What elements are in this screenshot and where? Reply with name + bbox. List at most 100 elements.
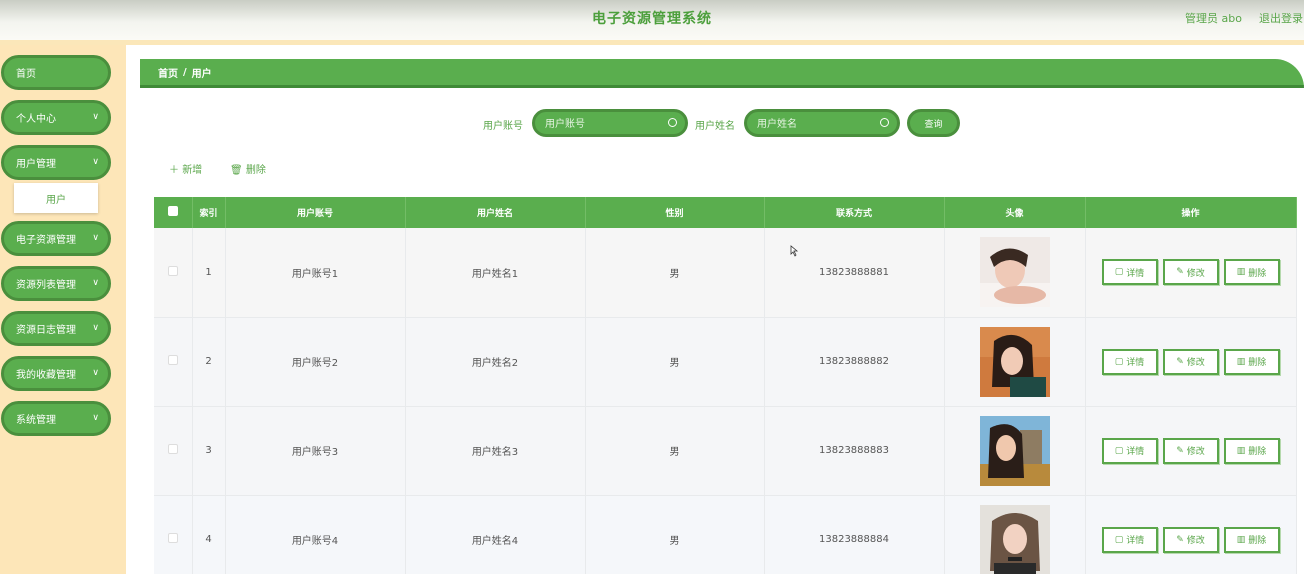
row-checkbox-cell[interactable]: [154, 228, 193, 318]
breadcrumb: 首页 / 用户: [140, 59, 1304, 88]
sidebar-item-resource-management[interactable]: 电子资源管理 ∨: [1, 221, 111, 256]
account-cell: 用户账号1: [225, 228, 406, 318]
delete-button[interactable]: ▥ 删除: [1223, 348, 1280, 375]
column-header: 索引: [192, 197, 226, 228]
edit-label: 修改: [1186, 268, 1205, 279]
avatar: [979, 504, 1050, 574]
user-table: 索引 用户账号 用户姓名 性别 联系方式 头像 操作 1 用户账号1 用户姓名1…: [154, 197, 1297, 574]
detail-label: 详情: [1126, 536, 1145, 546]
account-label: 用户账号: [483, 121, 523, 132]
avatar-cell: [944, 317, 1086, 407]
name-cell: 用户姓名3: [405, 406, 586, 496]
batch-delete-button[interactable]: 🗑 删除: [230, 161, 266, 176]
delete-label: 删除: [1248, 358, 1267, 368]
select-all-checkbox[interactable]: [167, 206, 178, 216]
detail-button[interactable]: ▢ 详情: [1101, 259, 1158, 286]
sidebar-item-system[interactable]: 系统管理 ∨: [1, 401, 111, 436]
detail-button[interactable]: ▢ 详情: [1101, 526, 1158, 553]
add-button[interactable]: ＋ 新增: [169, 161, 202, 176]
trash-icon: ▥: [1236, 356, 1246, 367]
query-button[interactable]: 查询: [907, 109, 960, 137]
select-all-cell[interactable]: [154, 197, 193, 228]
mouse-cursor-icon: [790, 245, 799, 257]
detail-button[interactable]: ▢ 详情: [1101, 348, 1158, 375]
document-icon: ▢: [1114, 356, 1124, 367]
edit-label: 修改: [1186, 536, 1205, 546]
sidebar-item-label: 资源日志管理: [16, 325, 76, 336]
breadcrumb-home[interactable]: 首页: [158, 65, 178, 80]
index-cell: 3: [192, 406, 226, 496]
sidebar-item-label: 资源列表管理: [16, 280, 76, 291]
account-cell: 用户账号4: [225, 495, 406, 574]
delete-button[interactable]: ▥ 删除: [1223, 526, 1280, 553]
phone-cell: 13823888884: [764, 495, 945, 574]
table-row: 4 用户账号4 用户姓名4 男 13823888884 ▢ 详情 ✎ 修改 ▥ 删除: [154, 495, 1297, 574]
account-cell: 用户账号2: [225, 317, 406, 407]
row-checkbox[interactable]: [167, 444, 178, 454]
document-icon: ▢: [1114, 267, 1124, 278]
delete-button[interactable]: ▥ 删除: [1223, 259, 1280, 286]
row-checkbox-cell[interactable]: [154, 317, 193, 407]
gender-cell: 男: [585, 495, 765, 574]
sidebar-item-label: 首页: [16, 69, 36, 80]
avatar: [979, 326, 1050, 397]
avatar-cell: [944, 228, 1086, 318]
breadcrumb-separator: /: [183, 66, 187, 78]
sidebar-item-user-management[interactable]: 用户管理 ∨: [1, 145, 111, 180]
detail-label: 详情: [1126, 358, 1145, 368]
add-label: 新增: [182, 165, 203, 176]
phone-cell: 13823888883: [764, 406, 945, 496]
edit-button[interactable]: ✎ 修改: [1162, 348, 1219, 375]
header-divider: [0, 40, 1304, 45]
pencil-icon: ✎: [1176, 534, 1184, 545]
operations-cell: ▢ 详情 ✎ 修改 ▥ 删除: [1085, 317, 1297, 407]
column-header: 联系方式: [764, 197, 945, 228]
pencil-icon: ✎: [1176, 267, 1184, 278]
index-cell: 2: [192, 317, 226, 407]
sidebar-item-resource-log[interactable]: 资源日志管理 ∨: [1, 311, 111, 346]
account-search-input[interactable]: [545, 116, 665, 132]
sidebar-item-resource-list[interactable]: 资源列表管理 ∨: [1, 266, 111, 301]
edit-button[interactable]: ✎ 修改: [1162, 526, 1219, 553]
sidebar-item-personal-center[interactable]: 个人中心 ∨: [1, 100, 111, 135]
operations-cell: ▢ 详情 ✎ 修改 ▥ 删除: [1085, 495, 1297, 574]
pencil-icon: ✎: [1176, 356, 1184, 367]
edit-label: 修改: [1186, 447, 1205, 457]
edit-button[interactable]: ✎ 修改: [1162, 437, 1219, 464]
sidebar-item-favorites[interactable]: 我的收藏管理 ∨: [1, 356, 111, 391]
trash-icon: 🗑: [230, 165, 243, 176]
sidebar-item-label: 用户管理: [16, 159, 56, 170]
sidebar-item-home[interactable]: 首页: [1, 55, 111, 90]
chevron-down-icon: ∨: [92, 368, 99, 378]
index-cell: 4: [192, 495, 226, 574]
row-checkbox-cell[interactable]: [154, 406, 193, 496]
detail-button[interactable]: ▢ 详情: [1101, 437, 1158, 464]
row-checkbox[interactable]: [167, 265, 178, 276]
row-checkbox-cell[interactable]: [154, 495, 193, 574]
search-icon: [668, 118, 677, 127]
operations-cell: ▢ 详情 ✎ 修改 ▥ 删除: [1085, 228, 1297, 318]
gender-cell: 男: [585, 228, 765, 318]
name-search-input[interactable]: [757, 116, 877, 132]
account-search-field[interactable]: [532, 109, 688, 137]
delete-label: 删除: [1248, 268, 1267, 279]
row-checkbox[interactable]: [167, 355, 178, 365]
name-search-field[interactable]: [744, 109, 900, 137]
trash-icon: ▥: [1236, 445, 1246, 456]
sidebar-item-label: 我的收藏管理: [16, 370, 76, 381]
gender-cell: 男: [585, 317, 765, 407]
table-header-row: 索引 用户账号 用户姓名 性别 联系方式 头像 操作: [154, 197, 1297, 228]
edit-label: 修改: [1186, 358, 1205, 368]
column-header: 操作: [1085, 197, 1297, 228]
edit-button[interactable]: ✎ 修改: [1162, 259, 1219, 286]
delete-button[interactable]: ▥ 删除: [1223, 437, 1280, 464]
name-cell: 用户姓名2: [405, 317, 586, 407]
avatar: [979, 237, 1050, 308]
logout-link[interactable]: 退出登录: [1259, 10, 1303, 26]
column-header: 用户姓名: [405, 197, 586, 228]
column-header: 用户账号: [225, 197, 406, 228]
avatar-cell: [944, 406, 1086, 496]
sidebar-subitem-user[interactable]: 用户: [14, 183, 98, 213]
row-checkbox[interactable]: [167, 533, 178, 543]
column-header: 性别: [585, 197, 765, 228]
